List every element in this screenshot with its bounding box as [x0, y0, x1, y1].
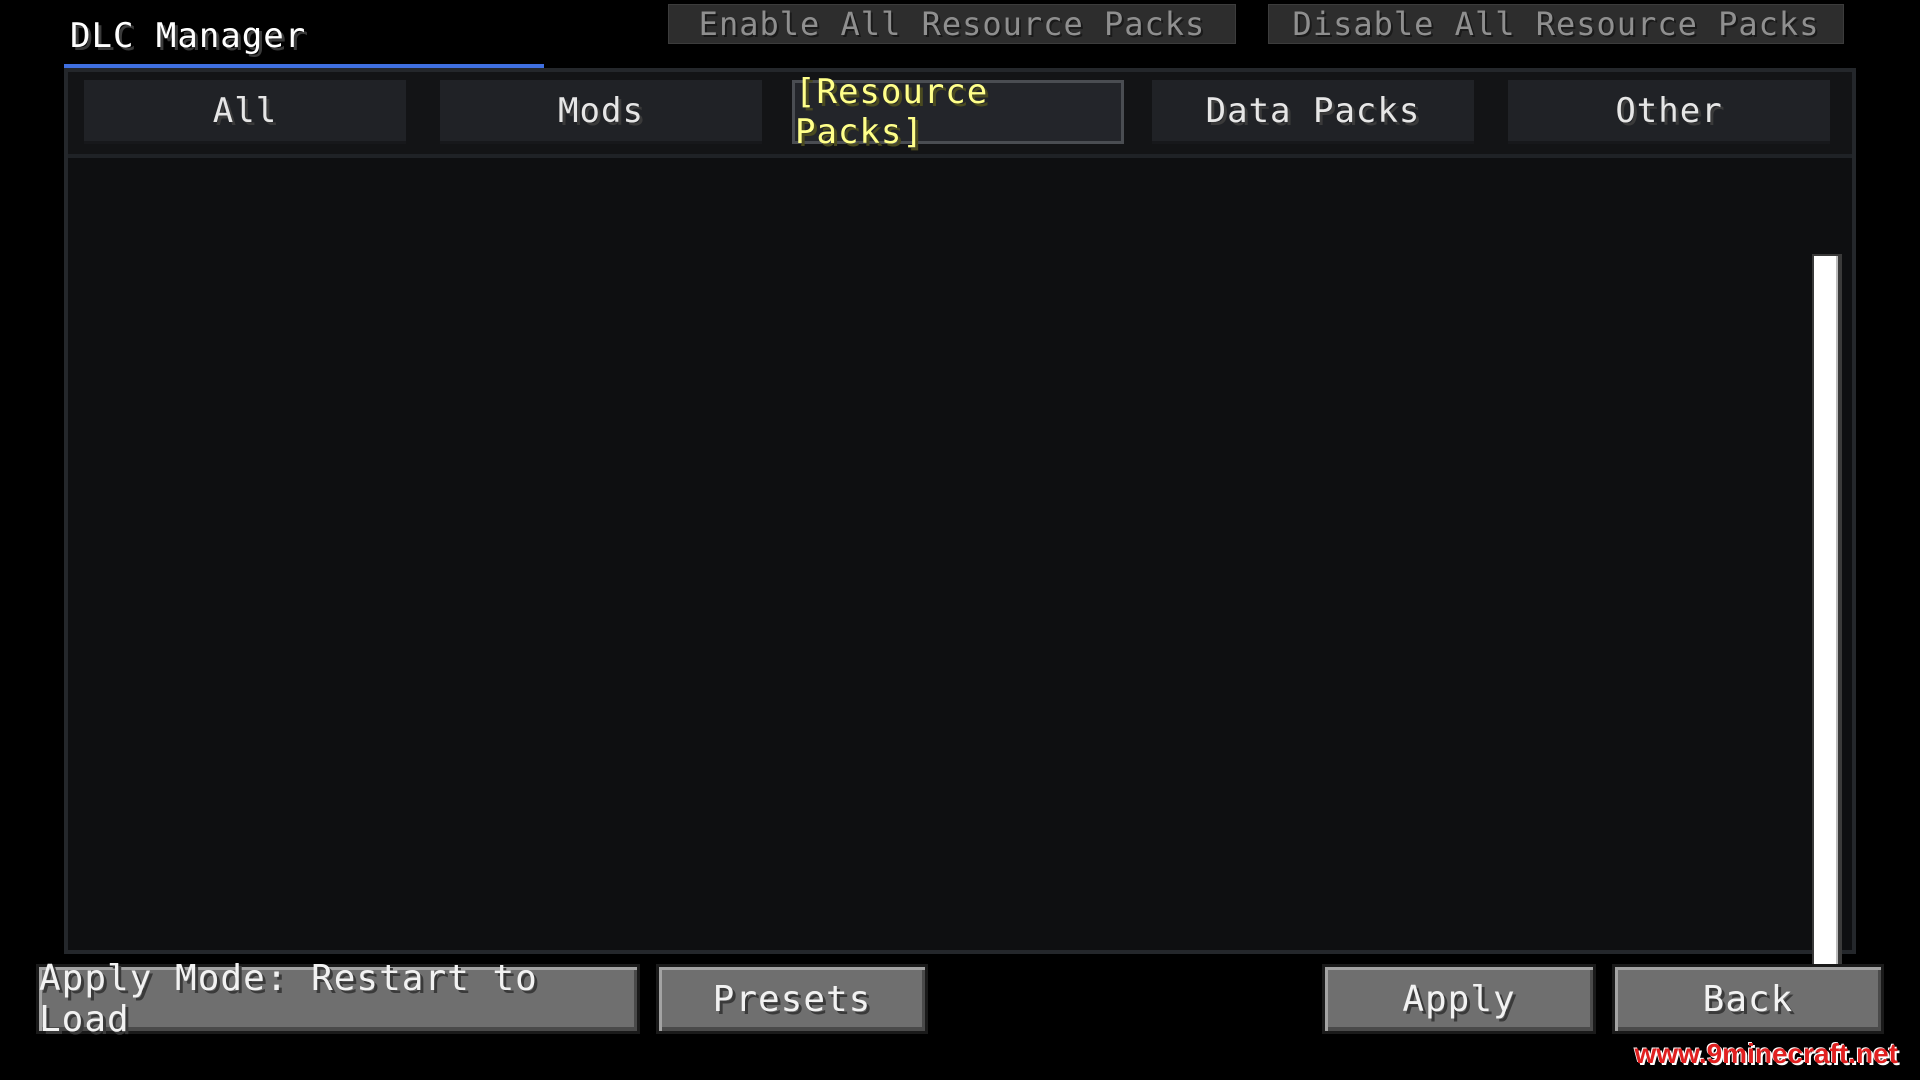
dlc-panel: All Mods [Resource Packs] Data Packs Oth…: [64, 68, 1856, 1004]
pack-list[interactable]: [68, 158, 1852, 1004]
list-scrollbar[interactable]: [1812, 254, 1842, 1004]
tab-other[interactable]: Other: [1508, 80, 1830, 144]
apply-button[interactable]: Apply: [1322, 964, 1596, 1034]
disable-all-resource-packs-button[interactable]: Disable All Resource Packs: [1268, 4, 1844, 44]
tab-data-packs[interactable]: Data Packs: [1152, 80, 1474, 144]
watermark: www.9minecraft.net: [1634, 1038, 1898, 1069]
back-button[interactable]: Back: [1612, 964, 1884, 1034]
scrollbar-thumb[interactable]: [1814, 256, 1838, 992]
enable-all-resource-packs-button[interactable]: Enable All Resource Packs: [668, 4, 1236, 44]
tab-mods[interactable]: Mods: [440, 80, 762, 144]
page-title: DLC Manager: [70, 16, 307, 56]
presets-button[interactable]: Presets: [656, 964, 928, 1034]
tab-bar: All Mods [Resource Packs] Data Packs Oth…: [68, 72, 1852, 158]
tab-resource-packs[interactable]: [Resource Packs]: [792, 72, 1124, 152]
tab-all[interactable]: All: [84, 80, 406, 144]
apply-mode-button[interactable]: Apply Mode: Restart to Load: [36, 958, 640, 1040]
